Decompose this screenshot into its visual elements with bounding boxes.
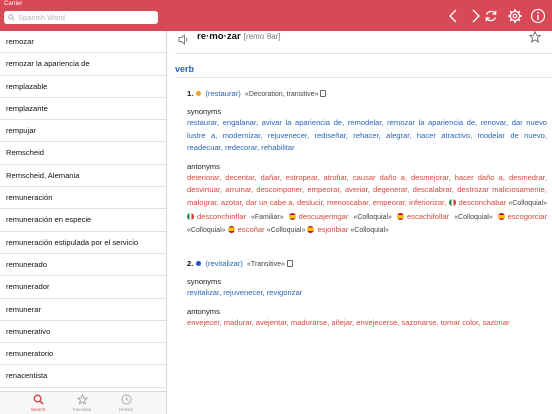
word-list-item[interactable]: remuneración (0, 187, 166, 210)
sense-number: 2. (187, 259, 194, 268)
tab-history-label: History (118, 407, 133, 412)
speaker-icon[interactable] (178, 34, 190, 45)
sense-gloss[interactable]: (restaurar) (205, 89, 240, 98)
word-list-item[interactable]: Remscheid, Alemania (0, 165, 166, 188)
antonyms-label: antonyms (187, 161, 220, 171)
search-icon (33, 394, 44, 405)
top-bar: Carrier (0, 0, 552, 31)
word-list-item[interactable]: remunerado (0, 254, 166, 277)
tab-bar: Search Favorites History (0, 391, 167, 414)
copy-icon[interactable] (286, 260, 293, 267)
chevron-left-icon[interactable] (446, 8, 462, 24)
sense-dot (196, 261, 202, 266)
star-icon (76, 394, 88, 405)
spain-flag-icon (288, 212, 296, 220)
word-list-item[interactable]: remozar la apariencia de (0, 53, 166, 76)
spain-flag-icon (497, 212, 505, 220)
synonyms-label: synonyms (187, 277, 222, 286)
search-field[interactable] (4, 11, 158, 24)
part-of-speech: verb (175, 64, 195, 74)
word-list-item[interactable]: remunerativo (0, 321, 166, 344)
entry-panel: re·mo·zar [remoˈθar] verb 1. (restaurar) «… (167, 31, 552, 414)
antonyms-list[interactable]: envejecer, madurar, avejentar, madurarse… (187, 317, 547, 330)
divider (175, 77, 552, 78)
headword-text: re·mo·zar (197, 31, 241, 42)
antonym-regional[interactable]: desconchinflar «Familiar» (187, 212, 284, 221)
mexico-flag-icon (448, 198, 456, 206)
spain-flag-icon (307, 226, 315, 234)
word-list-item[interactable]: remozar (0, 31, 166, 54)
spain-flag-icon (396, 212, 404, 220)
tab-favorites-label: Favorites (72, 407, 92, 412)
chevron-right-icon[interactable] (467, 8, 483, 24)
pronunciation: [remoˈθar] (243, 32, 281, 41)
synonyms-list[interactable]: restaurar, engalanar, avivar la aparienc… (187, 117, 547, 155)
word-list-item[interactable]: remuneración en especie (0, 209, 166, 232)
refresh-icon[interactable] (483, 8, 499, 24)
word-list-item[interactable]: remplazante (0, 98, 166, 121)
synonyms-label: synonyms (187, 107, 222, 116)
antonym-regional[interactable]: esjoribiar «Colloquial» (307, 225, 389, 234)
headword: re·mo·zar [remoˈθar] (197, 31, 281, 42)
antonym-regional[interactable]: desconchabar «Colloquial» (448, 198, 547, 207)
word-list-item[interactable]: remuneración estipulada por el servicio (0, 232, 166, 254)
tab-history[interactable]: History (106, 394, 146, 414)
sense-tags: «Transitive» (247, 261, 285, 268)
word-list-item[interactable]: Remscheid (0, 142, 166, 165)
antonyms-label: antonyms (187, 306, 220, 316)
sense-gloss[interactable]: (revitalizar) (205, 259, 243, 268)
tab-search[interactable]: Search (18, 394, 58, 414)
word-list-item[interactable]: renacentista (0, 365, 166, 388)
carrier-label: Carrier (4, 1, 23, 7)
spain-flag-icon (227, 226, 235, 234)
antonym-regional[interactable]: descuajeringar «Colloquial» (288, 212, 392, 221)
antonym-regional[interactable]: escachifollar «Colloquial» (396, 212, 493, 221)
synonyms-list[interactable]: revitalizar, rejuvenecer, revigorizar (187, 287, 547, 300)
mexico-flag-icon (187, 212, 194, 220)
sense-dot (196, 91, 202, 96)
sense-2: 2. (revitalizar) «Transitive» synonyms re… (187, 258, 547, 329)
tab-search-label: Search (30, 407, 46, 412)
antonyms-list[interactable]: deteriorar, decentar, dañar, estropear, … (187, 172, 547, 238)
antonym-regional[interactable]: escoñar «Colloquial» (227, 225, 305, 234)
sense-tags: «Decoration, transitive» (244, 91, 319, 98)
word-list-item[interactable]: remunerar (0, 299, 166, 321)
sense-number: 1. (187, 89, 194, 98)
tab-favorites[interactable]: Favorites (62, 394, 102, 414)
sense-1: 1. (restaurar) «Decoration, transitive» s… (187, 88, 547, 238)
word-list-item[interactable]: remuneratorio (0, 343, 166, 366)
word-list-item[interactable]: remplazable (0, 76, 166, 98)
divider (175, 53, 552, 54)
search-input[interactable] (18, 11, 156, 24)
gear-icon[interactable] (507, 8, 523, 24)
word-list-item[interactable]: rempujar (0, 120, 166, 143)
word-list[interactable]: remozar remozar la apariencia de remplaz… (0, 31, 167, 391)
search-icon (8, 14, 15, 21)
word-list-item[interactable]: remunerador (0, 276, 166, 299)
favorite-star-icon[interactable] (529, 31, 541, 43)
info-icon[interactable] (530, 8, 546, 24)
clock-icon (121, 394, 131, 405)
copy-icon[interactable] (320, 90, 327, 97)
